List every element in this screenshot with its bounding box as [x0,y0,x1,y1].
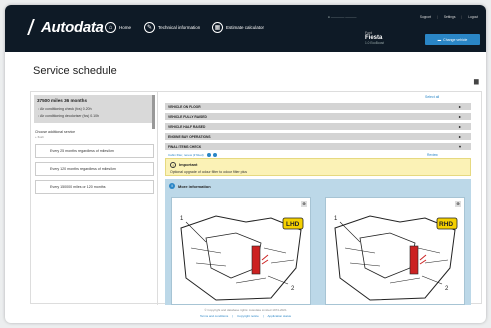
support-link[interactable]: Support [420,15,431,19]
application-status-link[interactable]: Application status [268,314,292,318]
section-row-vehicle-on-floor[interactable]: VEHICLE ON FLOOR ▸ [165,103,471,110]
car-icon: ▬ [437,37,442,42]
copyright-notice-link[interactable]: Copyright notice [237,314,259,318]
schedule-sidebar: 37500 miles 36 months Air conditioning c… [31,92,158,305]
important-title: Important [179,162,198,167]
change-vehicle-button[interactable]: ▬ Change vehicle [425,34,480,45]
callout-2: 2 [445,286,449,292]
nav-technical-information[interactable]: ✎ Technical information [144,22,200,33]
home-icon: ⌂ [105,22,116,33]
sidebar-scrollbar[interactable] [152,95,155,129]
lhd-badge: LHD [286,221,300,228]
top-navigation-bar: Autodata ⌂ Home ✎ Technical information … [5,5,486,52]
choose-additional-service: Choose additional service + flush [35,130,76,139]
zoom-icon[interactable]: ⊕ [455,201,461,207]
image-icon[interactable] [212,153,217,157]
engine-bay-drawing: 1 2 LHD [180,215,304,301]
logout-link[interactable]: Logout [468,15,478,19]
section-row-vehicle-half-raised[interactable]: VEHICLE HALF RAISED ▸ [165,123,471,130]
callout-2: 2 [291,286,295,292]
chevron-right-icon: ▸ [458,114,461,119]
footer-links: Terms and conditions | Copyright notice … [199,314,292,318]
app-window: Autodata ⌂ Home ✎ Technical information … [5,5,486,323]
callout-1: 1 [180,216,184,222]
printer-icon[interactable]: ▆ [474,78,479,85]
engine-bay-drawing: 1 2 RHD [334,215,458,301]
settings-link[interactable]: Settings [444,15,456,19]
more-information-header: i More information [169,183,211,189]
page-title: Service schedule [33,65,117,77]
chevron-down-icon: ▾ [458,144,461,149]
wrench-icon: ✎ [144,22,155,33]
terms-link[interactable]: Terms and conditions [200,314,228,318]
info-icon: i [169,183,175,189]
warning-icon: ! [170,162,176,168]
more-information-panel: i More information ⊕ 1 2 LHD ⊕ 1 2 RHD [165,179,471,305]
current-vehicle: Ford Fiesta 1.0 EcoBoost [365,31,384,45]
callout-1: 1 [334,216,338,222]
nav-home[interactable]: ⌂ Home [105,22,131,33]
interval-title: 37500 miles 36 months [37,98,88,103]
user-name: ● ────── ───── [328,15,357,19]
important-text: Optional upgrade of odour filter to odou… [170,170,248,174]
additional-service-option[interactable]: Every 150000 miles or 120 months [35,180,154,194]
nav-estimate-label: Estimate calculator [226,25,265,30]
important-notice: ! Important Optional upgrade of odour fi… [165,158,471,176]
service-schedule-panel: 37500 miles 36 months Air conditioning c… [30,91,482,305]
chevron-right-icon: ▸ [458,124,461,129]
section-row-vehicle-fully-raised[interactable]: VEHICLE FULLY RAISED ▸ [165,113,471,120]
section-row-engine-bay[interactable]: ENGINE BAY OPERATIONS ▸ [165,133,471,140]
calculator-icon: ▦ [212,22,223,33]
additional-service-option[interactable]: Every 25 months regardless of miles/km [35,144,154,158]
review-link[interactable]: Review [427,153,438,157]
additional-service-option[interactable]: Every 120 months regardless of miles/km [35,162,154,176]
selected-interval[interactable]: 37500 miles 36 months Air conditioning c… [34,95,155,123]
chevron-right-icon: ▸ [458,104,461,109]
rhd-badge: RHD [439,221,453,228]
operation-item: Air conditioning check (fcs) 0.20h [38,107,92,111]
lhd-illustration[interactable]: ⊕ 1 2 LHD [171,197,311,305]
utility-links: Support | Settings | Logout [419,15,478,19]
chevron-right-icon: ▸ [458,134,461,139]
vehicle-engine: 1.0 EcoBoost [365,41,384,45]
nav-home-label: Home [119,25,132,30]
nav-estimate-calculator[interactable]: ▦ Estimate calculator [212,22,264,33]
operation-item: Air conditioning deodoriser (fcs) 0.10h [38,114,99,118]
info-icon[interactable] [206,153,211,157]
footer-copyright: © Copyright and database rights: Autodat… [204,308,287,312]
rhd-illustration[interactable]: ⊕ 1 2 RHD [325,197,465,305]
cabin-filter-item[interactable]: Cabin filter, renew (if fitted) [168,153,217,157]
nav-technical-label: Technical information [158,25,201,30]
select-all-link[interactable]: Select all [425,95,439,99]
autodata-logo[interactable]: Autodata [27,19,104,36]
zoom-icon[interactable]: ⊕ [301,201,307,207]
section-row-final-items[interactable]: FINAL ITEMS CHECK ▾ [165,143,471,150]
schedule-details: Select all VEHICLE ON FLOOR ▸ VEHICLE FUL… [165,92,480,305]
